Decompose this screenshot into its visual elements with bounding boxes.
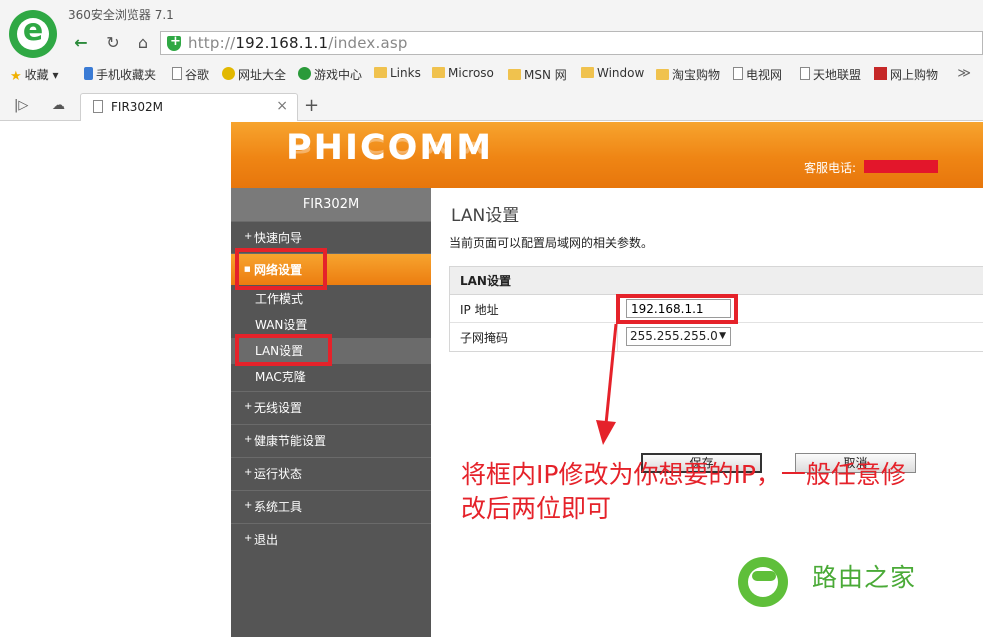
- bookmark-google[interactable]: 谷歌: [172, 66, 209, 83]
- sidebar-item-health[interactable]: 健康节能设置: [231, 424, 431, 456]
- highlight-lan-menu: [235, 334, 332, 366]
- shop-icon: [874, 67, 887, 80]
- bookmark-windows[interactable]: Window: [581, 66, 644, 80]
- bookmark-league[interactable]: 天地联盟: [800, 66, 861, 83]
- bookmark-games[interactable]: 游戏中心: [298, 66, 362, 83]
- bookmark-msn[interactable]: MSN 网: [508, 66, 567, 83]
- new-tab-icon[interactable]: +: [304, 95, 319, 116]
- page-icon: [800, 67, 810, 80]
- annotation-note: 将框内IP修改为你想要的IP，一般任意修改后两位即可: [461, 460, 906, 523]
- bookmark-taobao[interactable]: 淘宝购物: [656, 66, 720, 83]
- subnet-mask-select[interactable]: 255.255.255.0 ▼: [626, 327, 731, 346]
- reload-icon[interactable]: ↻: [100, 30, 126, 56]
- browser-logo-icon: e: [9, 10, 57, 58]
- close-icon[interactable]: ×: [276, 98, 288, 114]
- bookmark-nav[interactable]: 网址大全: [222, 66, 286, 83]
- nav-icon: [222, 67, 235, 80]
- folder-icon: [432, 67, 445, 78]
- star-icon: ★: [10, 69, 22, 84]
- annotation-arrow-icon: [596, 323, 618, 445]
- url-text[interactable]: http://192.168.1.1/index.asp: [188, 34, 408, 52]
- game-icon: [298, 67, 311, 80]
- sidebar-sub-mac[interactable]: MAC克隆: [231, 364, 431, 390]
- sidebar-item-wireless[interactable]: 无线设置: [231, 391, 431, 423]
- model-name: FIR302M: [231, 188, 431, 221]
- highlight-ip-input: [616, 294, 738, 324]
- page-icon: [733, 67, 743, 80]
- hotline-redacted: [864, 160, 938, 173]
- security-shield-icon: [167, 34, 181, 51]
- cloud-icon[interactable]: ☁: [52, 98, 65, 113]
- mask-row: 子网掩码 255.255.255.0 ▼: [450, 323, 983, 351]
- sidebar-item-status[interactable]: 运行状态: [231, 457, 431, 489]
- bookmark-mobile[interactable]: 手机收藏夹: [84, 66, 156, 83]
- address-bar[interactable]: http://192.168.1.1/index.asp: [160, 31, 983, 55]
- hotline-label: 客服电话:: [804, 161, 857, 175]
- router-header: PHICOMM PHICOMM 客服电话:: [231, 122, 983, 188]
- page-title: LAN设置: [451, 206, 520, 226]
- bookmarks-bar: ★ 收藏 ▾ 手机收藏夹 谷歌 网址大全 游戏中心 Links Microso M…: [0, 63, 983, 85]
- page-icon: [172, 67, 182, 80]
- tab-strip: |▷ ☁ FIR302M × +: [0, 93, 983, 121]
- folder-icon: [374, 67, 387, 78]
- folder-icon: [581, 67, 594, 78]
- watermark-logo-icon: [738, 557, 788, 607]
- phone-icon: [84, 67, 93, 80]
- sidebar-item-tools[interactable]: 系统工具: [231, 490, 431, 522]
- ip-label: IP 地址: [460, 303, 499, 317]
- panel-title: LAN设置: [450, 267, 983, 295]
- bookmark-microsoft[interactable]: Microso: [432, 66, 494, 80]
- browser-title: 360安全浏览器 7.1: [68, 8, 174, 22]
- bookmark-links[interactable]: Links: [374, 66, 421, 80]
- bookmark-favorites[interactable]: ★ 收藏 ▾: [10, 66, 59, 84]
- sidebar-toggle-icon[interactable]: |▷: [14, 98, 28, 113]
- watermark-text: 路由之家: [812, 563, 917, 592]
- page-icon: [93, 100, 103, 113]
- highlight-network-menu: [235, 248, 327, 290]
- bookmark-tv[interactable]: 电视网: [733, 66, 782, 83]
- back-arrow-icon[interactable]: ←: [68, 30, 94, 56]
- browser-chrome: e 360安全浏览器 7.1 ← ↻ ⌂ http://192.168.1.1/…: [0, 0, 983, 121]
- tab-router[interactable]: FIR302M ×: [80, 93, 298, 121]
- tab-title: FIR302M: [111, 100, 164, 114]
- bookmark-shopping[interactable]: 网上购物: [874, 66, 938, 83]
- sidebar-item-logout[interactable]: 退出: [231, 523, 431, 555]
- page-description: 当前页面可以配置局域网的相关参数。: [449, 236, 654, 250]
- folder-icon: [508, 69, 521, 80]
- mask-label: 子网掩码: [460, 331, 509, 345]
- chevron-down-icon: ▼: [719, 331, 726, 341]
- brand-logo-reflection: PHICOMM: [286, 134, 494, 156]
- folder-icon: [656, 69, 669, 80]
- bookmarks-more-icon[interactable]: ≫: [957, 66, 971, 81]
- home-icon[interactable]: ⌂: [130, 30, 156, 56]
